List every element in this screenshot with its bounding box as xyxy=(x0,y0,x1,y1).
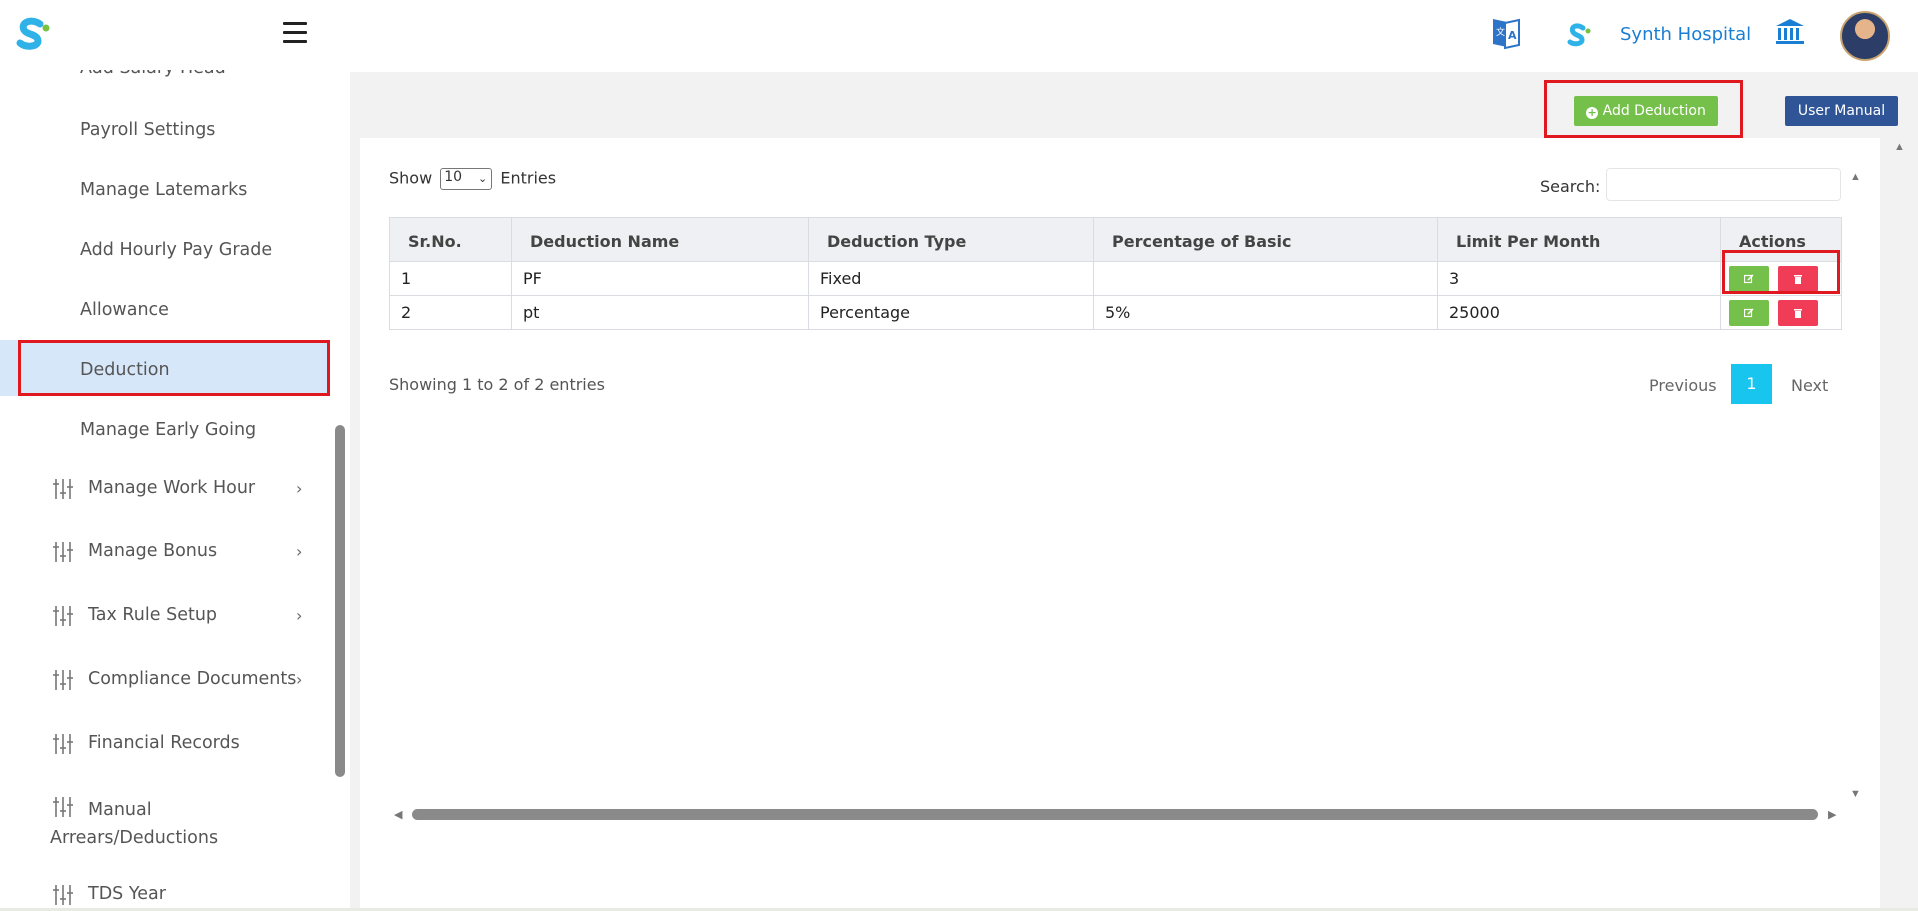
sidebar-item-allowance[interactable]: Allowance xyxy=(0,300,330,320)
sidebar-item-label: Add Hourly Pay Grade xyxy=(80,240,273,260)
sidebar-group-label: Financial Records xyxy=(88,733,240,753)
sidebar-item-label: Manage Early Going xyxy=(80,420,257,440)
chevron-right-icon: › xyxy=(296,542,303,561)
add-deduction-label: Add Deduction xyxy=(1602,103,1706,119)
plus-circle-icon: + xyxy=(1586,106,1599,119)
delete-button[interactable] xyxy=(1778,299,1819,326)
chevron-right-icon: › xyxy=(296,479,303,498)
sidebar-group-label: Manual xyxy=(88,800,152,820)
brand-logo-icon xyxy=(1567,23,1591,47)
sidebar-group-label: Compliance Documents xyxy=(88,669,297,689)
sidebar-item-manage-latemarks[interactable]: Manage Latemarks xyxy=(0,180,330,200)
institution-icon[interactable] xyxy=(1775,18,1805,46)
show-label: Show xyxy=(389,168,433,188)
sidebar-group-label: Manage Work Hour xyxy=(88,478,256,498)
table-header-row: Sr.No. Deduction Name Deduction Type Per… xyxy=(389,217,1842,262)
sidebar-item-label: Deduction xyxy=(80,360,170,380)
column-header[interactable]: Percentage of Basic xyxy=(1093,217,1438,262)
sidebar-item-label: Allowance xyxy=(80,300,169,320)
column-header[interactable]: Sr.No. xyxy=(389,217,512,262)
top-header: 文 A Synth Hospital xyxy=(0,0,1918,70)
app-logo-icon[interactable] xyxy=(14,16,50,52)
sidebar-item-deduction[interactable]: Deduction xyxy=(0,360,330,380)
edit-icon xyxy=(1744,308,1754,317)
sidebar: Add Salary Head Payroll Settings Manage … xyxy=(0,70,350,911)
column-header[interactable]: Deduction Name xyxy=(511,217,809,262)
svg-text:A: A xyxy=(1508,29,1517,42)
actions-highlight xyxy=(1722,250,1840,294)
table-cell xyxy=(1093,261,1438,296)
user-avatar[interactable] xyxy=(1840,11,1890,61)
table-cell: 3 xyxy=(1437,261,1721,296)
user-manual-button[interactable]: User Manual xyxy=(1785,96,1898,126)
svg-text:文: 文 xyxy=(1496,26,1505,38)
sidebar-group-label: TDS Year xyxy=(88,884,166,904)
menu-toggle-icon[interactable] xyxy=(283,22,307,44)
table-row: 1 PF Fixed 3 xyxy=(389,261,1842,296)
horizontal-scrollbar[interactable] xyxy=(412,809,1818,820)
sidebar-group-label: Arrears/Deductions xyxy=(50,828,219,848)
page-scroll-up-arrow-icon[interactable]: ▲ xyxy=(1894,141,1905,153)
table-cell: pt xyxy=(511,295,809,330)
sliders-icon xyxy=(53,479,73,499)
search-input[interactable] xyxy=(1606,168,1841,201)
sidebar-group-tds-year[interactable]: TDS Year xyxy=(0,884,330,905)
search-label: Search: xyxy=(1540,177,1601,196)
column-header[interactable]: Limit Per Month xyxy=(1437,217,1721,262)
edit-button[interactable] xyxy=(1729,299,1769,326)
sidebar-item-add-hourly-pay-grade[interactable]: Add Hourly Pay Grade xyxy=(0,240,330,260)
table-cell: 25000 xyxy=(1437,295,1721,330)
table-cell: PF xyxy=(511,261,809,296)
scroll-down-arrow-icon[interactable]: ▼ xyxy=(1850,788,1861,800)
sliders-icon xyxy=(53,734,73,754)
sidebar-group-financial-records[interactable]: Financial Records xyxy=(0,733,330,754)
scroll-right-arrow-icon[interactable]: ▶ xyxy=(1828,808,1836,821)
table-row: 2 pt Percentage 5% 25000 xyxy=(389,295,1842,330)
hospital-name[interactable]: Synth Hospital xyxy=(1620,24,1751,45)
sliders-icon xyxy=(53,542,73,562)
chevron-right-icon: › xyxy=(296,670,303,689)
sidebar-item-label: Add Salary Head xyxy=(80,70,226,78)
chevron-down-icon: ⌄ xyxy=(478,172,488,185)
sidebar-group-compliance-documents[interactable]: Compliance Documents › xyxy=(0,669,330,690)
table-cell: Fixed xyxy=(808,261,1094,296)
page-size-control: Show 10 ⌄ Entries xyxy=(389,168,556,190)
table-cell: 1 xyxy=(389,261,512,296)
page-size-value: 10 xyxy=(444,169,463,185)
sidebar-group-tax-rule-setup[interactable]: Tax Rule Setup › xyxy=(0,605,330,626)
column-header[interactable]: Deduction Type xyxy=(808,217,1094,262)
deductions-table: Sr.No. Deduction Name Deduction Type Per… xyxy=(389,217,1842,330)
sliders-icon xyxy=(53,885,73,905)
trash-icon xyxy=(1794,308,1803,318)
sliders-icon xyxy=(53,797,73,817)
actions-cell xyxy=(1720,295,1842,330)
scroll-up-arrow-icon[interactable]: ▲ xyxy=(1850,171,1861,183)
pagination-page[interactable]: 1 xyxy=(1731,364,1772,404)
sidebar-group-manage-work-hour[interactable]: Manage Work Hour › xyxy=(0,478,330,499)
sliders-icon xyxy=(53,606,73,626)
sidebar-group-manual-arrears[interactable]: Manual Arrears/Deductions xyxy=(0,796,330,852)
sidebar-item-add-salary-head[interactable]: Add Salary Head xyxy=(0,70,330,78)
translate-icon[interactable]: 文 A xyxy=(1490,16,1522,50)
table-cell: 2 xyxy=(389,295,512,330)
table-cell: 5% xyxy=(1093,295,1438,330)
table-cell: Percentage xyxy=(808,295,1094,330)
sidebar-group-label: Manage Bonus xyxy=(88,541,218,561)
pagination-next[interactable]: Next xyxy=(1791,376,1828,395)
chevron-right-icon: › xyxy=(296,606,303,625)
sidebar-item-label: Payroll Settings xyxy=(80,120,216,140)
add-deduction-button[interactable]: + Add Deduction xyxy=(1574,96,1718,126)
sliders-icon xyxy=(53,670,73,690)
sidebar-group-manage-bonus[interactable]: Manage Bonus › xyxy=(0,541,330,562)
showing-entries-text: Showing 1 to 2 of 2 entries xyxy=(389,375,605,394)
scroll-left-arrow-icon[interactable]: ◀ xyxy=(394,808,402,821)
pagination-previous[interactable]: Previous xyxy=(1649,376,1717,395)
sidebar-item-payroll-settings[interactable]: Payroll Settings xyxy=(0,120,330,140)
entries-label: Entries xyxy=(500,168,557,188)
sidebar-scrollbar[interactable] xyxy=(335,425,345,777)
sidebar-item-manage-early-going[interactable]: Manage Early Going xyxy=(0,420,330,440)
sidebar-item-label: Manage Latemarks xyxy=(80,180,248,200)
sidebar-group-label: Tax Rule Setup xyxy=(88,605,218,625)
page-size-select[interactable]: 10 ⌄ xyxy=(440,168,493,190)
